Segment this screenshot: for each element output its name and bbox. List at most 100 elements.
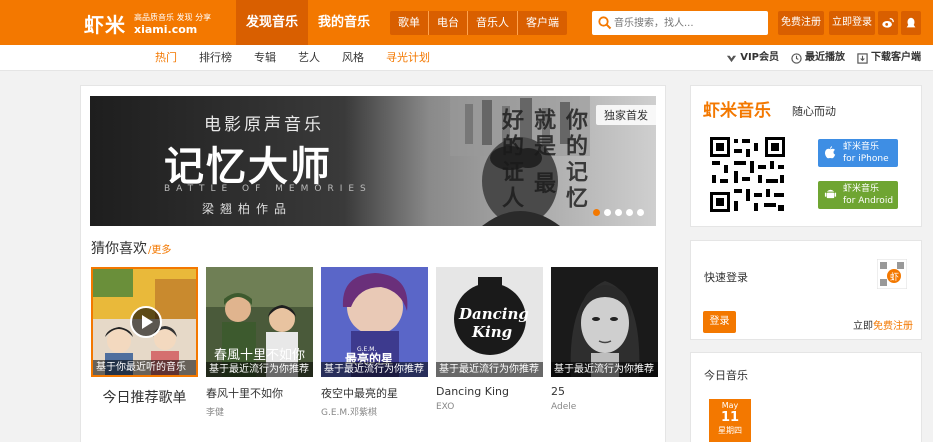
section-title: 猜你喜欢 [91,241,147,257]
calendar-weekday: 星期四 [718,426,742,435]
search-input[interactable] [614,14,764,32]
album-art: 春風十里不如你 [206,267,313,377]
calendar-badge[interactable]: May 11 星期四 [709,399,751,442]
album-art: G.E.M. 最亮的星 [321,267,428,377]
download-client-link[interactable]: 下载客户端 [845,45,921,71]
calendar-month: May [721,401,739,410]
recommend-card[interactable]: G.E.M. 最亮的星 基于最近流行为你推荐 夜空中最亮的星 G.E.M.邓紫棋 [321,267,428,418]
tab-light-plan[interactable]: 寻光计划 [375,45,441,71]
daily-playlist-cover[interactable]: 基于你最近听的音乐 [91,267,198,377]
promo-banner[interactable]: 电影原声音乐 记忆大师 BATTLE OF MEMORIES 梁翘柏作品 你的记… [90,96,656,226]
svg-text:虾: 虾 [890,271,899,283]
android-line-2: for Android [843,196,894,206]
card-caption: 基于最近流行为你推荐 [321,362,428,377]
nav-musicians[interactable]: 音乐人 [468,11,518,35]
daily-playlist-label[interactable]: 今日推荐歌单 [91,387,198,407]
nav-playlists[interactable]: 歌单 [390,11,429,35]
song-artist[interactable]: EXO [436,402,543,412]
main-content: 电影原声音乐 记忆大师 BATTLE OF MEMORIES 梁翘柏作品 你的记… [80,85,666,442]
recent-play-link[interactable]: 最近播放 [779,45,845,71]
xiami-logo[interactable]: 虾米 高品质音乐 发现 分享 xiami.com [84,5,220,41]
weibo-login-button[interactable] [878,11,898,35]
register-button[interactable]: 免费注册 [778,11,824,35]
secondary-nav: 热门 排行榜 专辑 艺人 风格 寻光计划 VIP会员 最近播放 下载客户端 [0,45,933,71]
carousel-dot[interactable] [615,209,622,216]
download-client-label: 下载客户端 [871,52,921,63]
today-music-label: 今日音乐 [704,369,748,382]
qr-login-icon[interactable]: 虾 [877,259,907,289]
login-button[interactable]: 立即登录 [829,11,875,35]
iphone-download-button[interactable]: 虾米音乐 for iPhone [818,139,898,167]
album-cover[interactable]: 基于最近流行为你推荐 [551,267,658,377]
tab-artists[interactable]: 艺人 [287,45,331,71]
song-artist[interactable]: G.E.M.邓紫棋 [321,405,428,418]
quick-login-panel: 快速登录 虾 登录 立即免费注册 [690,240,922,340]
tab-albums[interactable]: 专辑 [243,45,287,71]
recommend-card[interactable]: Dancing King 基于最近流行为你推荐 Dancing King EXO [436,267,543,418]
song-title[interactable]: 春风十里不如你 [206,385,313,401]
nav-client[interactable]: 客户端 [518,11,567,35]
recommend-card[interactable]: 基于最近流行为你推荐 25 Adele [551,267,658,418]
svg-text:春風十里不如你: 春風十里不如你 [214,347,305,363]
album-cover[interactable]: Dancing King 基于最近流行为你推荐 [436,267,543,377]
app-slogan: 随心而动 [792,105,836,118]
banner-subtitle: BATTLE OF MEMORIES [164,184,372,194]
banner-credit: 梁翘柏作品 [202,202,293,216]
vip-icon [727,55,737,62]
app-download-panel: 虾米音乐 随心而动 虾米音乐 for iPhone 虾米音乐 for Andro… [690,85,922,227]
logo-slogan: 高品质音乐 发现 分享 [134,13,212,22]
nav-my-music[interactable]: 我的音乐 [308,0,380,45]
recommend-cards: 基于你最近听的音乐 今日推荐歌单 春風十里不如你 基于最近流行为你推荐 春风十里… [91,267,666,418]
carousel-dot[interactable] [604,209,611,216]
login-submit-button[interactable]: 登录 [703,311,736,333]
apple-icon [824,146,836,159]
download-icon [857,52,868,64]
logo-name: 虾米 [84,13,126,37]
carousel-dots [589,209,644,216]
recommend-card[interactable]: 春風十里不如你 基于最近流行为你推荐 春风十里不如你 李健 [206,267,313,418]
song-artist[interactable]: 李健 [206,405,313,418]
android-download-button[interactable]: 虾米音乐 for Android [818,181,898,209]
svg-text:King: King [471,323,512,341]
register-text: 立即免费注册 [853,317,913,332]
album-cover[interactable]: G.E.M. 最亮的星 基于最近流行为你推荐 [321,267,428,377]
more-link[interactable]: /更多 [148,241,171,256]
carousel-dot[interactable] [593,209,600,216]
ios-line-2: for iPhone [843,154,889,164]
logo-domain: xiami.com [134,23,198,36]
card-caption: 基于最近流行为你推荐 [436,362,543,377]
android-icon [824,189,837,199]
song-title[interactable]: 夜空中最亮的星 [321,385,428,401]
card-caption: 基于最近流行为你推荐 [206,362,313,377]
quick-login-label: 快速登录 [704,271,748,284]
album-cover[interactable]: 春風十里不如你 基于最近流行为你推荐 [206,267,313,377]
sub-nav: 歌单 电台 音乐人 客户端 [390,11,567,35]
song-artist[interactable]: Adele [551,402,658,412]
exclusive-badge: 独家首发 [596,105,656,125]
qq-login-button[interactable] [901,11,921,35]
card-caption: 基于最近流行为你推荐 [551,362,658,377]
carousel-dot[interactable] [626,209,633,216]
register-link[interactable]: 免费注册 [873,321,913,332]
nav-discover-music[interactable]: 发现音乐 [236,0,309,45]
nav-radio[interactable]: 电台 [429,11,468,35]
vip-label: VIP会员 [740,52,779,63]
recommend-card[interactable]: 基于你最近听的音乐 今日推荐歌单 [91,267,198,418]
weibo-icon [882,18,894,28]
vip-link[interactable]: VIP会员 [714,45,779,71]
song-title[interactable]: Dancing King [436,385,543,398]
album-art: Dancing King [436,267,543,377]
main-nav: 发现音乐 我的音乐 [236,0,380,45]
recent-play-label: 最近播放 [805,52,845,63]
song-title[interactable]: 25 [551,385,658,398]
banner-side-text: 你的记忆 就是 最好的证人 [498,108,587,212]
svg-text:Dancing: Dancing [458,305,529,323]
play-icon[interactable] [129,305,163,339]
tab-charts[interactable]: 排行榜 [188,45,243,71]
search-icon[interactable] [597,15,613,31]
register-prefix: 立即 [853,321,873,332]
tab-hot[interactable]: 热门 [144,45,188,71]
tab-genres[interactable]: 风格 [331,45,375,71]
carousel-dot[interactable] [637,209,644,216]
ios-line-1: 虾米音乐 [843,142,880,152]
